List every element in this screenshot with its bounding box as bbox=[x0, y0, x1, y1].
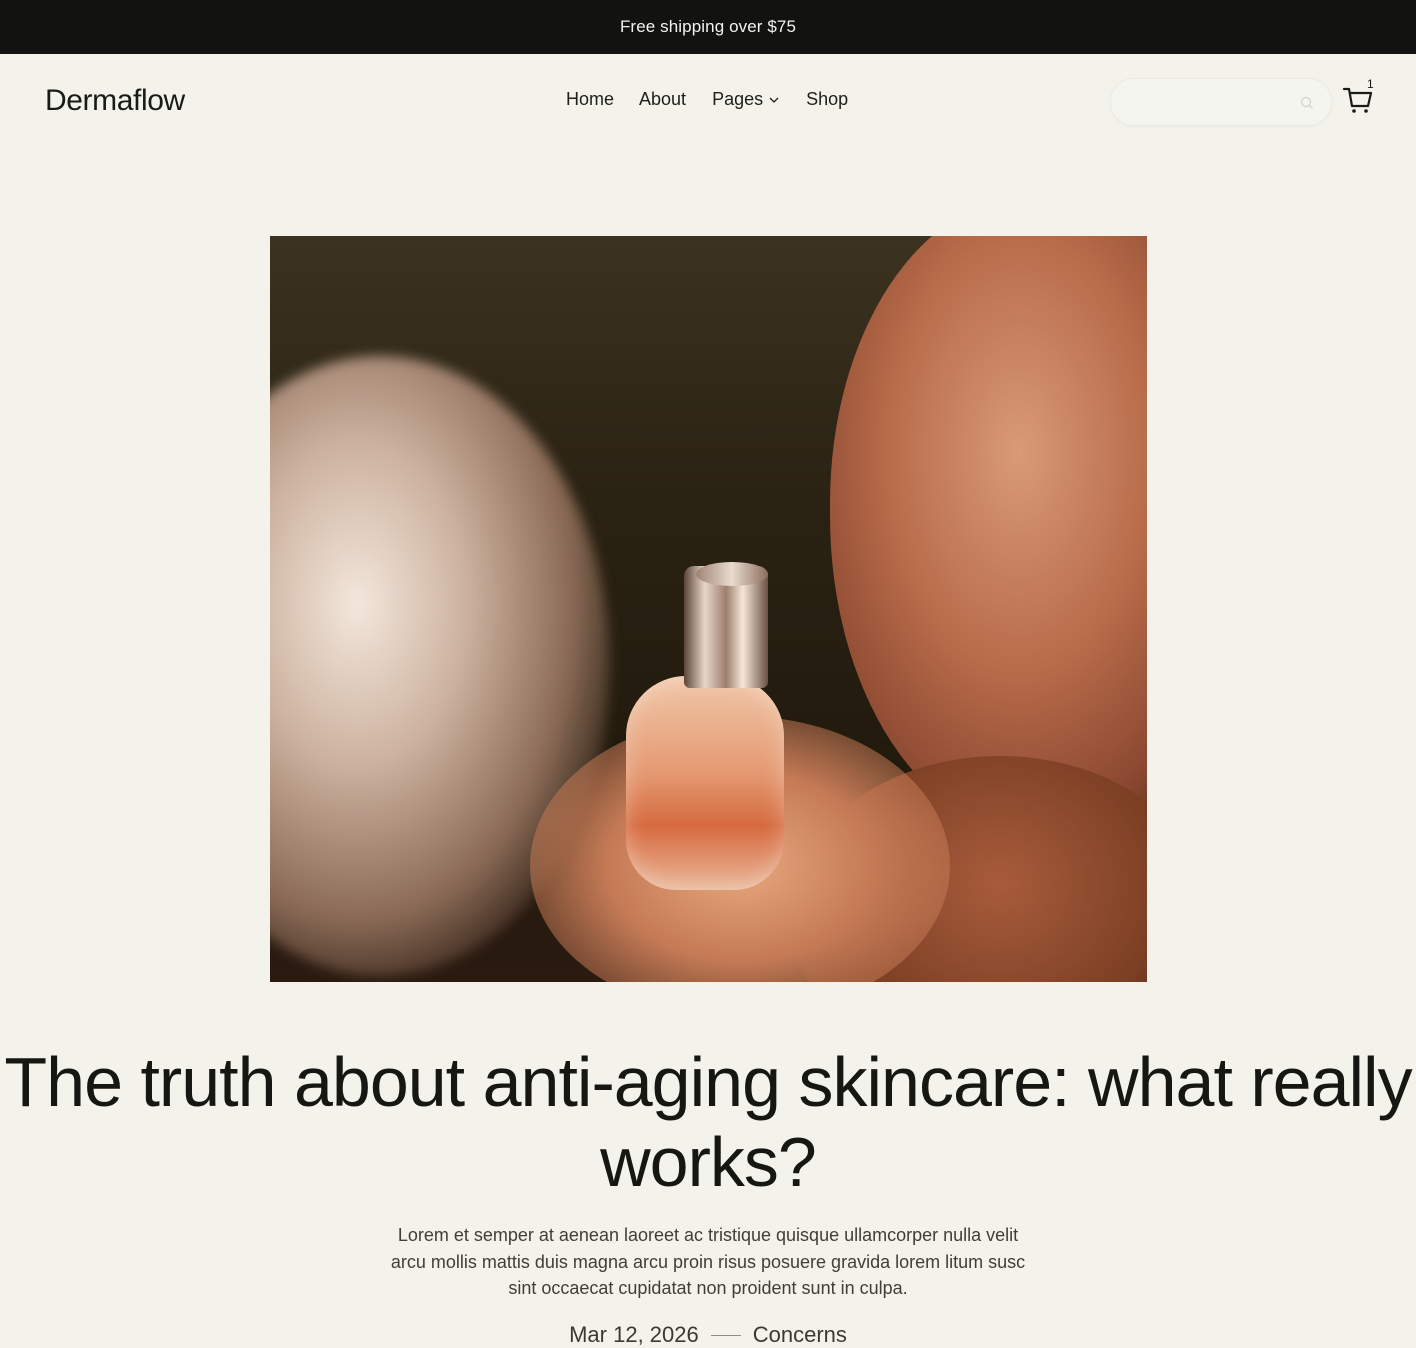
search-input[interactable] bbox=[1129, 79, 1289, 125]
nav-item-about[interactable]: About bbox=[639, 89, 686, 110]
article-hero-image bbox=[270, 236, 1147, 982]
article-title: The truth about anti-aging skincare: wha… bbox=[4, 1043, 1412, 1201]
nav-item-home[interactable]: Home bbox=[566, 89, 614, 110]
search-box bbox=[1110, 78, 1332, 126]
main-nav: Home About Pages Shop bbox=[566, 89, 848, 110]
nav-item-pages-label: Pages bbox=[712, 89, 764, 109]
promo-text: Free shipping over $75 bbox=[619, 17, 797, 36]
cart-count-badge: 1 bbox=[1367, 77, 1374, 91]
article-date: Mar 12, 2026 bbox=[569, 1322, 699, 1347]
search-icon[interactable] bbox=[1300, 96, 1314, 110]
nav-item-shop[interactable]: Shop bbox=[806, 89, 848, 110]
nav-item-pages[interactable]: Pages bbox=[712, 89, 780, 110]
meta-divider bbox=[710, 1334, 741, 1336]
article-category-link[interactable]: Concerns bbox=[753, 1322, 847, 1348]
site-header: Dermaflow Home About Pages Shop 1 bbox=[0, 54, 1416, 148]
article-excerpt: Lorem et semper at aenean laoreet ac tri… bbox=[390, 1225, 1026, 1298]
promo-bar: Free shipping over $75 bbox=[0, 0, 1416, 54]
article-meta: Mar 12, 2026 Concerns bbox=[0, 1322, 1416, 1348]
chevron-down-icon bbox=[769, 97, 779, 103]
logo[interactable]: Dermaflow bbox=[45, 84, 185, 118]
